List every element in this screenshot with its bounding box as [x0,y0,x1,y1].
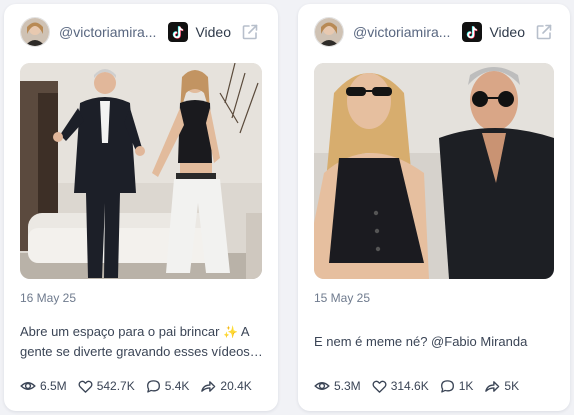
shares-count: 20.4K [220,379,252,393]
eye-icon [20,382,36,390]
views-count: 6.5M [40,379,67,393]
post-type-label: Video [195,24,232,40]
avatar[interactable] [314,17,344,47]
video-thumbnail[interactable] [20,63,262,279]
likes-stat: 542.7K [78,379,135,394]
caption-text: Abre um espaço para o pai brincar [20,324,220,339]
avatar[interactable] [20,17,50,47]
comments-stat: 5.4K [146,379,190,394]
shares-count: 5K [504,379,520,393]
post-header: @victoriamira... Video [314,16,556,48]
views-stat: 5.3M [314,378,361,394]
eye-icon [314,382,330,390]
tiktok-icon [462,22,483,42]
post-card[interactable]: @victoriamira... Video [298,4,570,411]
heart-icon [372,380,387,393]
post-date: 15 May 25 [314,291,371,305]
video-thumbnail[interactable] [314,63,554,279]
shares-stat: 20.4K [200,379,252,394]
share-icon [201,380,216,392]
external-link-icon[interactable] [241,23,259,41]
post-date: 16 May 25 [20,291,77,305]
comments-count: 1K [458,379,474,393]
post-caption: E nem é meme né? @Fabio Miranda [314,334,528,349]
shares-stat: 5K [484,379,519,394]
comment-icon [440,379,454,393]
post-caption: Abre um espaço para o pai brincar ✨ A ge… [20,322,264,362]
post-stats: 6.5M 542.7K 5.4K 20.4K [20,377,268,395]
post-card[interactable]: @victoriamira... Video [4,4,278,411]
tiktok-icon [168,22,189,42]
comments-count: 5.4K [164,379,190,393]
account-handle[interactable]: @victoriamira... [353,24,450,40]
comment-icon [146,379,160,393]
sparkles-icon: ✨ [223,325,239,339]
comments-stat: 1K [440,379,474,394]
post-stats: 5.3M 314.6K 1K 5K [314,377,560,395]
share-icon [485,380,500,392]
views-stat: 6.5M [20,378,67,394]
heart-icon [78,380,93,393]
likes-count: 542.7K [96,379,135,393]
likes-count: 314.6K [390,379,429,393]
account-handle[interactable]: @victoriamira... [59,24,156,40]
views-count: 5.3M [334,379,361,393]
post-header: @victoriamira... Video [20,16,264,48]
external-link-icon[interactable] [535,23,553,41]
post-type-label: Video [489,24,526,40]
likes-stat: 314.6K [372,379,429,394]
